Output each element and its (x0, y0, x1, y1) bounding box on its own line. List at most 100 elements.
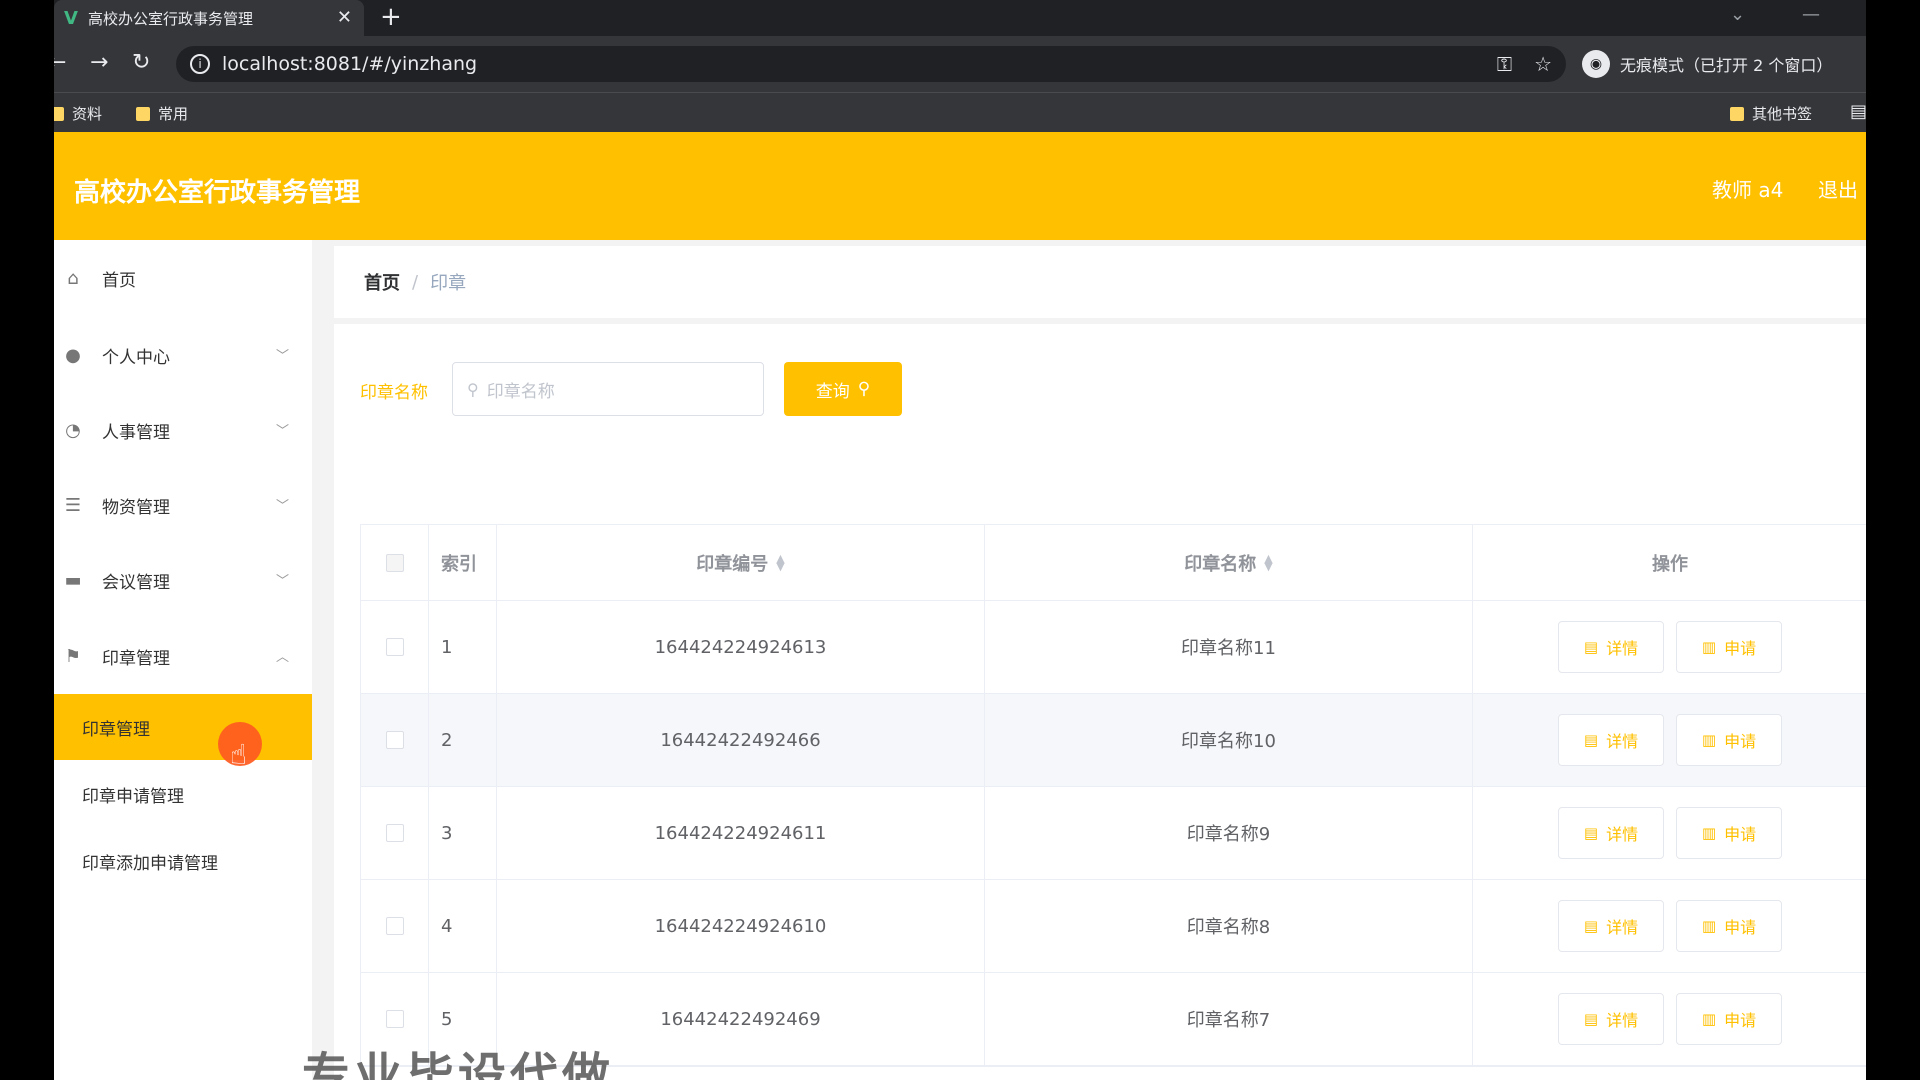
cell-name: 印章名称11 (985, 601, 1473, 693)
chevron-up-icon: ︿ (276, 650, 290, 665)
cell-index: 1 (429, 601, 497, 693)
reading-list-icon[interactable]: ▤ (1850, 101, 1866, 122)
apply-button[interactable]: ▥ 申请 (1676, 993, 1782, 1045)
detail-button[interactable]: ▤ 详情 (1558, 714, 1664, 766)
detail-button[interactable]: ▤ 详情 (1558, 900, 1664, 952)
other-bookmarks[interactable]: 其他书签 (1730, 103, 1812, 124)
sidebar-item-seals[interactable]: ⚑ 印章管理 ︿ (54, 628, 312, 684)
search-input[interactable]: ⚲ 印章名称 (452, 362, 764, 416)
breadcrumb: 首页 / 印章 (334, 246, 1866, 318)
chevron-down-icon: ﹀ (276, 499, 290, 514)
trash-icon: ▥ (1701, 638, 1717, 656)
url-field[interactable]: i localhost:8081/#/yinzhang ⚿ ☆ (176, 46, 1566, 82)
row-checkbox[interactable] (385, 638, 404, 656)
table-header: 索引 印章编号 ▲ ▼ 印章名称 ▲ ▼ 操作 (361, 525, 1866, 601)
apply-button[interactable]: ▥ 申请 (1676, 621, 1782, 673)
sidebar-item-home[interactable]: ⌂ 首页 (54, 250, 312, 306)
forward-icon[interactable]: → (90, 50, 108, 75)
key-icon[interactable]: ⚿ (1497, 52, 1512, 76)
header-code[interactable]: 印章编号 ▲ ▼ (497, 525, 985, 600)
cell-index: 4 (429, 880, 497, 972)
back-icon[interactable]: ← (54, 50, 66, 75)
cell-name: 印章名称8 (985, 880, 1473, 972)
site-info-icon[interactable]: i (190, 54, 210, 74)
table-row: 4 164424224924610 印章名称8 ▤ 详情 ▥ 申请 (361, 880, 1866, 973)
cell-code: 16442422492466 (497, 694, 985, 786)
app-title: 高校办公室行政事务管理 (74, 178, 361, 208)
search-label: 印章名称 (360, 383, 428, 403)
cell-index: 3 (429, 787, 497, 879)
browser-window: V 高校办公室行政事务管理 ✕ + ⌄ — ← → ↻ i localhost:… (54, 0, 1866, 1080)
tab-search-icon[interactable]: ⌄ (1730, 4, 1745, 25)
sort-icon[interactable]: ▲ ▼ (776, 553, 784, 572)
new-tab-button[interactable]: + (380, 2, 402, 32)
sidebar-item-personal-center[interactable]: ● 个人中心 ﹀ (54, 327, 312, 383)
submenu-seal-application[interactable]: 印章申请管理 (54, 761, 312, 827)
header-name[interactable]: 印章名称 ▲ ▼ (985, 525, 1473, 600)
incognito-indicator[interactable]: ◉ 无痕模式（已打开 2 个窗口） (1582, 46, 1832, 82)
table-row: 1 164424224924613 印章名称11 ▤ 详情 ▥ 申请 (361, 601, 1866, 694)
row-checkbox[interactable] (385, 917, 404, 935)
bookmark-folder[interactable]: 资料 (54, 103, 102, 124)
row-checkbox[interactable] (385, 731, 404, 749)
folder-icon (1730, 106, 1744, 121)
select-all-checkbox[interactable] (385, 553, 404, 572)
app-header: 高校办公室行政事务管理 教师 a4 退出 (54, 132, 1866, 240)
bookmark-star-icon[interactable]: ☆ (1534, 52, 1552, 76)
breadcrumb-separator: / (412, 271, 419, 293)
main-content: 首页 / 印章 印章名称 ⚲ 印章名称 查询 ⚲ 索引 印章编号 ▲ ▼ 印章名… (312, 240, 1866, 1080)
cell-code: 164424224924610 (497, 880, 985, 972)
flag-icon: ⚑ (64, 645, 82, 667)
detail-button[interactable]: ▤ 详情 (1558, 621, 1664, 673)
cell-name: 印章名称10 (985, 694, 1473, 786)
chevron-down-icon: ﹀ (276, 424, 290, 439)
chevron-down-icon: ﹀ (276, 349, 290, 364)
detail-button[interactable]: ▤ 详情 (1558, 807, 1664, 859)
cell-code: 164424224924611 (497, 787, 985, 879)
current-user: 教师 a4 (1712, 178, 1784, 202)
search-placeholder: 印章名称 (486, 381, 555, 402)
row-checkbox[interactable] (385, 1010, 404, 1028)
logout-link[interactable]: 退出 (1818, 174, 1858, 203)
reload-icon[interactable]: ↻ (132, 50, 150, 75)
seal-table: 索引 印章编号 ▲ ▼ 印章名称 ▲ ▼ 操作 1 164424224924613 (360, 524, 1866, 1067)
minimize-icon[interactable]: — (1802, 4, 1820, 25)
close-tab-icon[interactable]: ✕ (337, 7, 352, 28)
tab-bar: V 高校办公室行政事务管理 ✕ + ⌄ — (54, 0, 1866, 36)
sidebar-item-meetings[interactable]: ▬ 会议管理 ﹀ (54, 552, 312, 608)
meeting-icon: ▬ (64, 569, 82, 591)
cell-index: 2 (429, 694, 497, 786)
cell-name: 印章名称7 (985, 973, 1473, 1065)
list-icon: ☰ (64, 494, 82, 516)
submenu-seal-management[interactable]: 印章管理 (54, 694, 312, 760)
trash-icon: ▥ (1701, 824, 1717, 842)
sidebar-item-supplies[interactable]: ☰ 物资管理 ﹀ (54, 477, 312, 533)
sort-icon[interactable]: ▲ ▼ (1264, 553, 1272, 572)
sidebar: ⌂ 首页 ● 个人中心 ﹀ ◔ 人事管理 ﹀ ☰ 物资管理 ﹀ ▬ 会议管理 ﹀… (54, 240, 312, 1080)
sidebar-item-hr[interactable]: ◔ 人事管理 ﹀ (54, 402, 312, 458)
trash-icon: ▥ (1701, 1010, 1717, 1028)
header-index: 索引 (429, 525, 497, 600)
submenu-seal-add-application[interactable]: 印章添加申请管理 (54, 828, 312, 894)
home-icon: ⌂ (67, 267, 79, 289)
detail-button[interactable]: ▤ 详情 (1558, 993, 1664, 1045)
search-icon: ⚲ (857, 379, 871, 398)
bookmark-folder[interactable]: 常用 (136, 103, 188, 124)
search-icon: ⚲ (467, 379, 479, 399)
user-icon: ● (65, 344, 81, 366)
apply-button[interactable]: ▥ 申请 (1676, 714, 1782, 766)
document-icon: ▤ (1583, 1010, 1599, 1028)
row-checkbox[interactable] (385, 824, 404, 842)
query-button[interactable]: 查询 ⚲ (784, 362, 902, 416)
apply-button[interactable]: ▥ 申请 (1676, 807, 1782, 859)
chevron-down-icon: ﹀ (276, 574, 290, 589)
document-icon: ▤ (1583, 731, 1599, 749)
breadcrumb-home[interactable]: 首页 (364, 269, 400, 295)
cell-code: 164424224924613 (497, 601, 985, 693)
apply-button[interactable]: ▥ 申请 (1676, 900, 1782, 952)
document-icon: ▤ (1583, 824, 1599, 842)
tab-title: 高校办公室行政事务管理 (87, 9, 253, 28)
hand-cursor-icon: ☝ (230, 738, 248, 771)
trash-icon: ▥ (1701, 731, 1717, 749)
browser-tab[interactable]: V 高校办公室行政事务管理 ✕ (54, 0, 364, 36)
